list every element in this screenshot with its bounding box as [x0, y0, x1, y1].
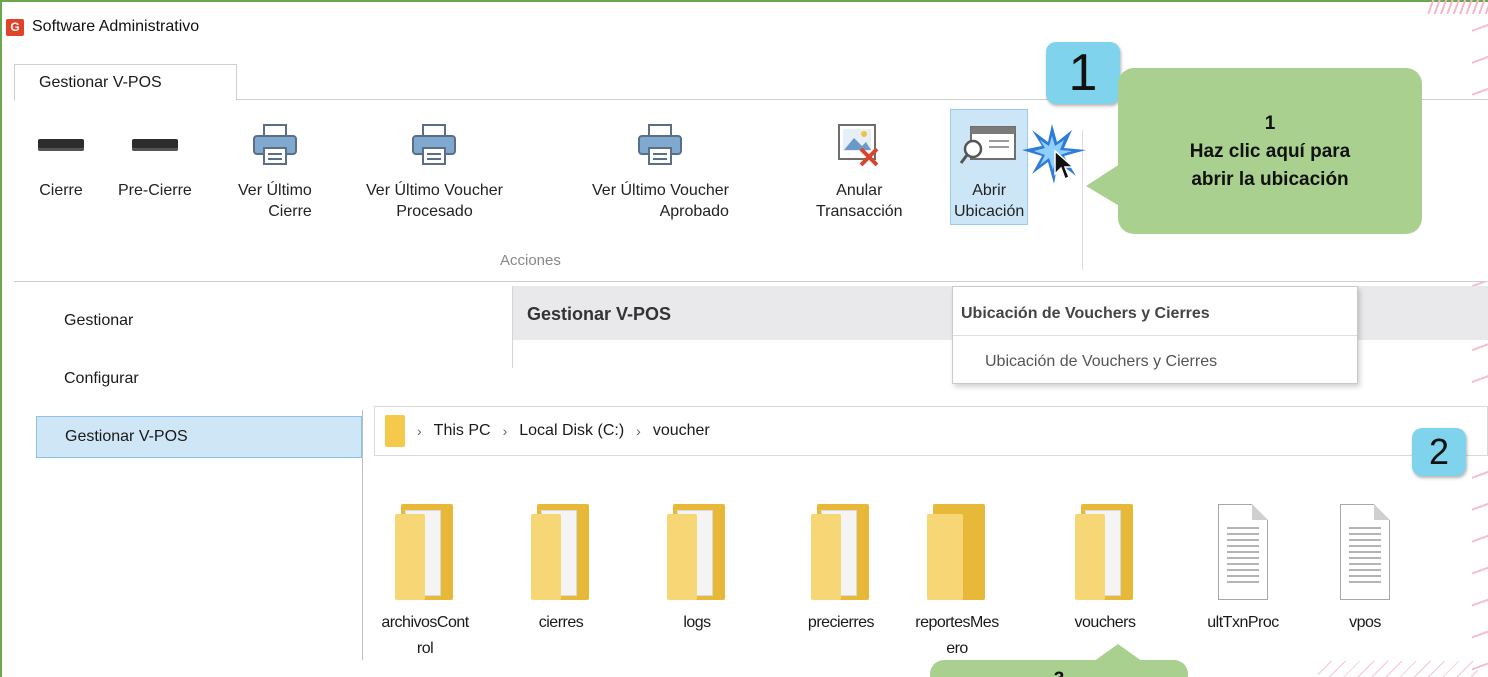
open-location-icon: [959, 110, 1019, 180]
tab-gestionar-vpos[interactable]: Gestionar V-POS: [14, 64, 237, 101]
folder-item-reportesmesero[interactable]: reportesMesero: [912, 490, 1002, 662]
folder-name: cierres: [538, 614, 584, 631]
cancel-image-icon: [835, 110, 883, 180]
printer-icon: [636, 110, 684, 180]
title-bar: G Software Administrativo: [6, 14, 199, 40]
abrir-ubicacion-button[interactable]: Abrir Ubicación: [950, 109, 1029, 225]
chevron-right-icon: ›: [502, 423, 508, 439]
breadcrumb-voucher[interactable]: voucher: [653, 422, 710, 440]
folder-icon: [531, 490, 591, 600]
file-name: ultTxnProc: [1207, 614, 1279, 631]
ver-ultimo-cierre-label: Ver Último Cierre: [238, 182, 312, 220]
callout-step-3: 3: [930, 660, 1188, 677]
ribbon-group-label: Acciones: [500, 252, 561, 269]
document-icon: [1218, 490, 1268, 600]
folder-name: precierres: [807, 614, 875, 631]
step-badge-1: 1: [1046, 42, 1120, 104]
folder-item-vouchers[interactable]: vouchers: [1060, 490, 1150, 636]
folder-item-cierres[interactable]: cierres: [516, 490, 606, 636]
panel-divider: [362, 410, 363, 660]
device-icon: [38, 110, 84, 180]
chevron-right-icon: ›: [636, 423, 641, 439]
device-icon: [131, 110, 178, 180]
printer-icon: [251, 110, 299, 180]
callout-step-number: 3: [930, 666, 1188, 677]
pre-cierre-button[interactable]: Pre-Cierre: [118, 110, 192, 201]
folder-name: archivosControl: [381, 614, 469, 657]
folder-name: reportesMesero: [915, 614, 999, 657]
app-logo-icon: G: [6, 18, 24, 36]
mouse-pointer-icon: [1054, 150, 1074, 181]
document-icon: [1340, 490, 1390, 600]
page-title: Gestionar V-POS: [527, 304, 672, 324]
folder-item-archivoscontrol[interactable]: archivosControl: [380, 490, 470, 662]
cierre-label: Cierre: [39, 182, 83, 199]
window-title: Software Administrativo: [32, 18, 200, 35]
folder-name: vouchers: [1074, 614, 1136, 631]
pre-cierre-label: Pre-Cierre: [118, 182, 192, 199]
folder-icon: [385, 415, 405, 447]
file-name: vpos: [1349, 614, 1381, 631]
anular-transaccion-label: Anular Transacción: [816, 182, 903, 220]
ver-ultimo-voucher-procesado-label: Ver Último Voucher Procesado: [366, 182, 503, 220]
ver-ultimo-cierre-button[interactable]: Ver Último Cierre: [238, 110, 312, 222]
folder-icon: [927, 490, 987, 600]
cierre-button[interactable]: Cierre: [38, 110, 84, 201]
dropdown-item-ubicacion[interactable]: Ubicación de Vouchers y Cierres: [985, 353, 1217, 371]
folder-name: logs: [683, 614, 711, 631]
decorative-bottom: [1318, 661, 1478, 677]
nav-item-gestionar[interactable]: Gestionar: [36, 300, 362, 342]
callout-step-1: 1 Haz clic aquí para abrir la ubicación: [1118, 68, 1422, 234]
nav-item-gestionar-vpos[interactable]: Gestionar V-POS: [36, 416, 362, 458]
chevron-right-icon: ›: [417, 423, 422, 439]
folder-item-precierres[interactable]: precierres: [796, 490, 886, 636]
ver-ultimo-voucher-procesado-button[interactable]: Ver Último Voucher Procesado: [366, 110, 503, 222]
nav-item-configurar[interactable]: Configurar: [36, 358, 362, 400]
address-bar[interactable]: › This PC › Local Disk (C:) › voucher: [374, 406, 1488, 456]
ver-ultimo-voucher-aprobado-label: Ver Último Voucher Aprobado: [592, 182, 729, 220]
dropdown-header: Ubicación de Vouchers y Cierres: [961, 305, 1210, 322]
dropdown-divider: [953, 335, 1357, 336]
folder-icon: [811, 490, 871, 600]
folder-icon: [667, 490, 727, 600]
callout-step-number: 1: [1264, 113, 1276, 134]
folder-icon: [395, 490, 455, 600]
breadcrumb-local-disk[interactable]: Local Disk (C:): [519, 422, 624, 440]
ver-ultimo-voucher-aprobado-button[interactable]: Ver Último Voucher Aprobado: [592, 110, 729, 222]
folder-item-logs[interactable]: logs: [652, 490, 742, 636]
decorative-corner: [1428, 0, 1488, 14]
printer-icon: [410, 110, 458, 180]
step-badge-2: 2: [1412, 428, 1466, 476]
location-dropdown: Ubicación de Vouchers y Cierres Ubicació…: [952, 286, 1358, 384]
anular-transaccion-button[interactable]: Anular Transacción: [816, 110, 903, 222]
folder-icon: [1075, 490, 1135, 600]
callout-text-line: abrir la ubicación: [1191, 169, 1349, 190]
file-item-ulttxnproc[interactable]: ultTxnProc: [1198, 490, 1288, 636]
callout-text-line: Haz clic aquí para: [1189, 141, 1351, 162]
abrir-ubicacion-label: Abrir Ubicación: [954, 182, 1025, 220]
breadcrumb-this-pc[interactable]: This PC: [434, 422, 491, 440]
file-item-vpos[interactable]: vpos: [1320, 490, 1410, 636]
